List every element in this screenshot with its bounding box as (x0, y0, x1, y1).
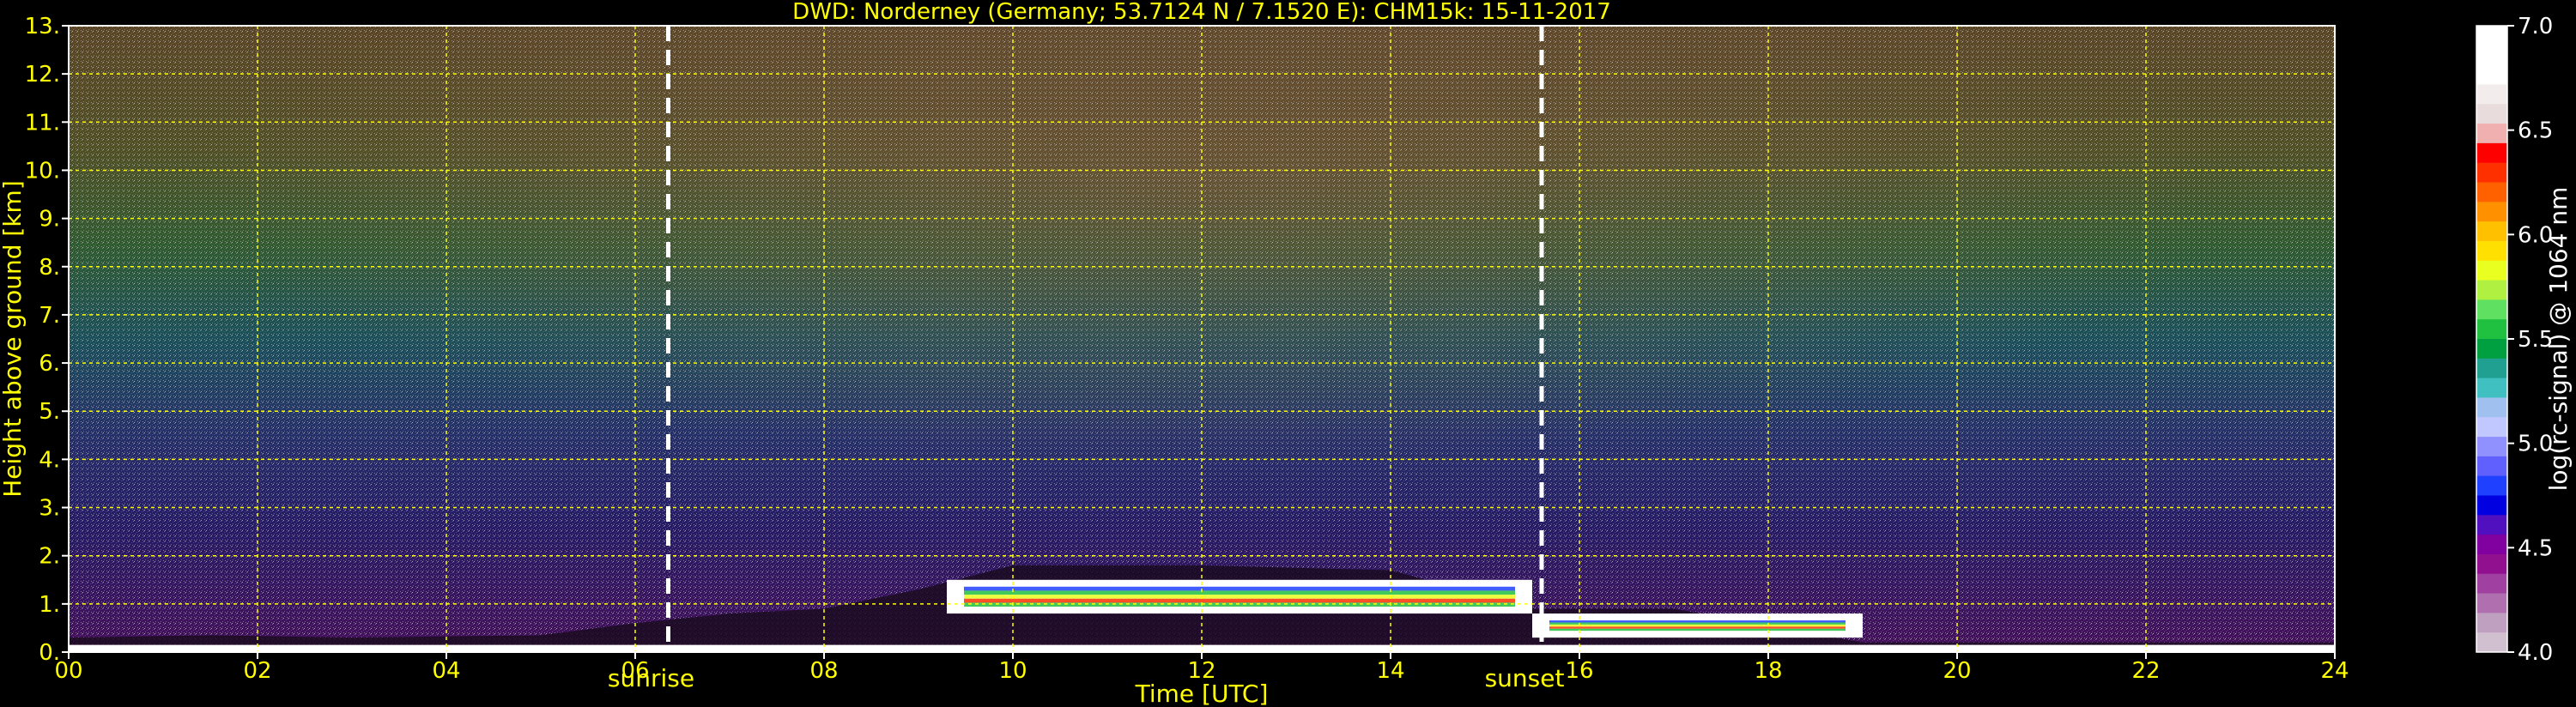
sun-event-label: sunset (1485, 664, 1565, 692)
colorbar-swatch (2476, 299, 2507, 320)
colorbar-swatch (2476, 124, 2507, 144)
x-tick-label: 24 (2320, 658, 2349, 684)
x-tick-label: 10 (998, 658, 1027, 684)
colorbar-swatch (2476, 104, 2507, 124)
x-tick-label: 14 (1376, 658, 1404, 684)
y-tick-label: 13. (25, 14, 60, 39)
x-tick-label: 08 (809, 658, 838, 684)
y-axis-label: Height above ground [km] (0, 180, 27, 498)
colorbar-tick-label: 6.5 (2518, 118, 2553, 144)
colorbar-swatch (2476, 475, 2507, 496)
x-tick-label: 22 (2131, 658, 2160, 684)
y-tick-label: 7. (39, 303, 60, 329)
chart-title: DWD: Norderney (Germany; 53.7124 N / 7.1… (792, 0, 1611, 25)
colorbar-swatch (2476, 45, 2507, 66)
cloud-band (1549, 620, 1846, 623)
x-tick-label: 04 (432, 658, 460, 684)
colorbar-swatch (2476, 26, 2507, 46)
y-tick-label: 1. (39, 592, 60, 618)
cloud-band (1549, 626, 1846, 629)
colorbar-tick-label: 4.0 (2518, 640, 2553, 666)
colorbar-swatch (2476, 456, 2507, 477)
colorbar-swatch (2476, 84, 2507, 105)
colorbar-label: log(rc-signal) @ 1064 nm (2544, 187, 2573, 492)
cloud-layer-core (1549, 620, 1846, 631)
colorbar-swatch (2476, 553, 2507, 575)
colorbar-swatch (2476, 515, 2507, 535)
signal-noise-texture (69, 26, 2335, 652)
y-tick-label: 3. (39, 496, 60, 522)
x-tick-label: 18 (1754, 658, 1782, 684)
x-tick-label: 16 (1565, 658, 1593, 684)
y-tick-label: 6. (39, 351, 60, 377)
y-tick-label: 5. (39, 399, 60, 425)
colorbar-swatch (2476, 397, 2507, 418)
cloud-band (964, 598, 1515, 603)
y-tick-label: 12. (25, 62, 60, 88)
cloud-band (964, 595, 1515, 599)
colorbar-swatch (2476, 339, 2507, 360)
colorbar-swatch (2476, 319, 2507, 340)
colorbar-swatch (2476, 632, 2507, 653)
colorbar-swatch (2476, 358, 2507, 379)
colorbar-swatch (2476, 535, 2507, 555)
colorbar-swatch (2476, 221, 2507, 242)
x-axis-label: Time [UTC] (1135, 680, 1269, 707)
colorbar-swatch (2476, 417, 2507, 438)
y-tick-label: 2. (39, 544, 60, 570)
colorbar-swatch (2476, 613, 2507, 633)
colorbar-swatch (2476, 495, 2507, 516)
colorbar-swatch (2476, 593, 2507, 613)
x-tick-label: 02 (243, 658, 271, 684)
cloud-band (1549, 628, 1846, 631)
y-tick-label: 4. (39, 447, 60, 473)
colorbar-swatch (2476, 280, 2507, 300)
x-tick-label: 20 (1943, 658, 1971, 684)
x-tick-label: 06 (621, 658, 649, 684)
y-tick-label: 9. (39, 207, 60, 233)
cloud-band (1549, 624, 1846, 627)
colorbar-swatch (2476, 437, 2507, 457)
colorbar-swatch (2476, 162, 2507, 183)
colorbar: 4.04.55.05.56.06.57.0 (2476, 14, 2553, 666)
cloud-band (964, 586, 1515, 591)
colorbar-swatch (2476, 378, 2507, 398)
colorbar-swatch (2476, 202, 2507, 222)
colorbar-swatch (2476, 64, 2507, 85)
colorbar-tick-label: 4.5 (2518, 535, 2553, 561)
colorbar-tick-label: 7.0 (2518, 14, 2553, 39)
cloud-band (1549, 622, 1846, 625)
plot-area: sunrise sunset (69, 26, 2335, 692)
colorbar-swatch (2476, 260, 2507, 281)
cloud-band (964, 590, 1515, 595)
colorbar-swatch (2476, 182, 2507, 202)
colorbar-swatch (2476, 573, 2507, 595)
ceilometer-figure: DWD: Norderney (Germany; 53.7124 N / 7.1… (0, 0, 2573, 707)
y-tick-label: 10. (25, 158, 60, 184)
y-tick-label: 0. (39, 640, 60, 666)
y-tick-label: 11. (25, 110, 60, 136)
colorbar-swatch (2476, 142, 2507, 164)
colorbar-swatch (2476, 240, 2507, 262)
y-tick-label: 8. (39, 255, 60, 281)
